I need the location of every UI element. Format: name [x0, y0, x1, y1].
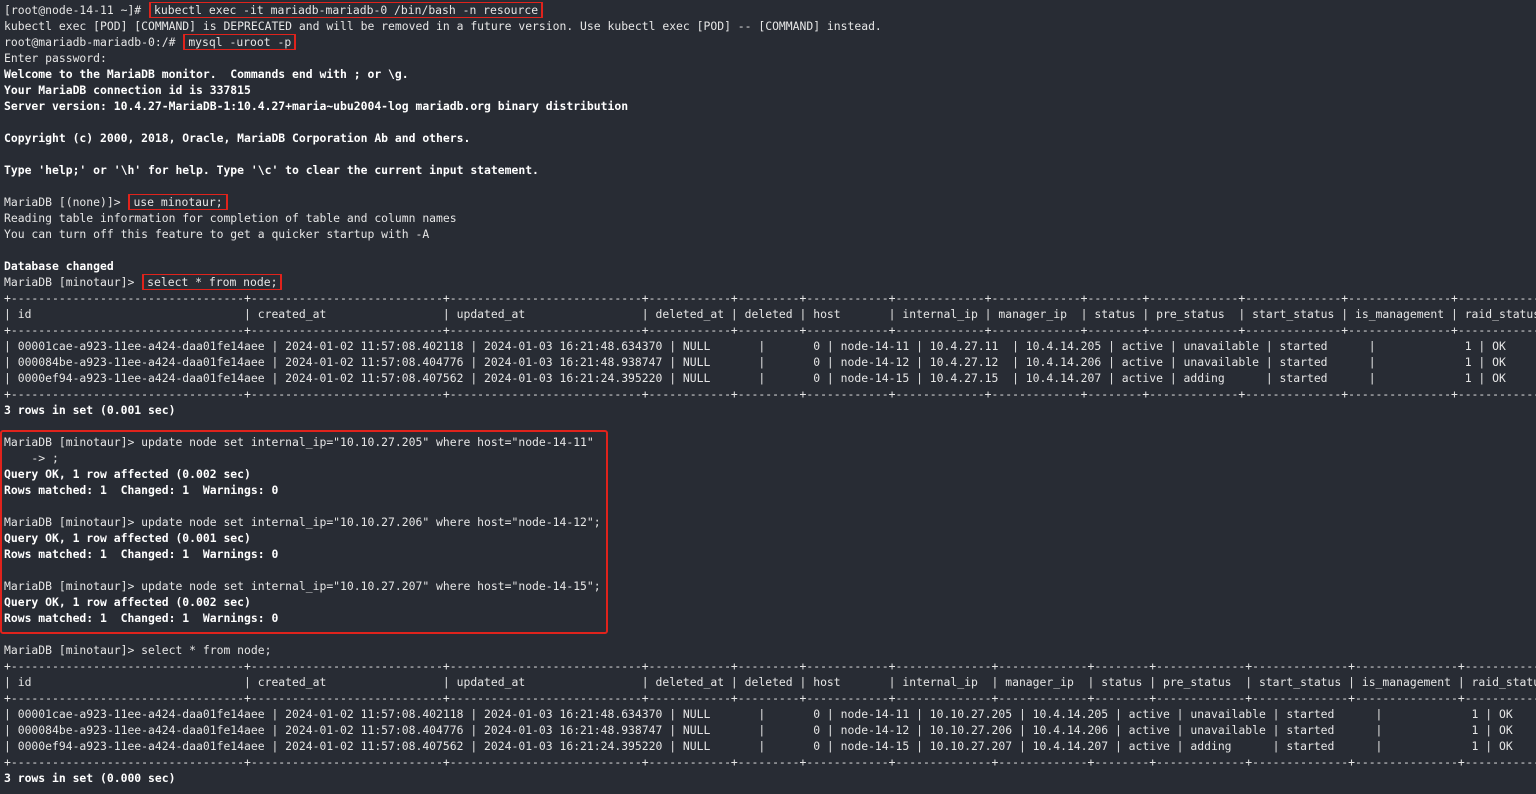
line-text: MariaDB [minotaur]> select * from node;	[4, 643, 272, 657]
highlighted-command: kubectl exec -it mariadb-mariadb-0 /bin/…	[149, 2, 544, 18]
line-text: Query OK, 1 row affected (0.002 sec)	[4, 595, 251, 609]
terminal-line: | 0000ef94-a923-11ee-a424-daa01fe14aee |…	[4, 738, 1536, 754]
terminal-output: [root@node-14-11 ~]# kubectl exec -it ma…	[4, 2, 1536, 786]
line-text: | 000084be-a923-11ee-a424-daa01fe14aee |…	[4, 723, 1536, 737]
line-text: kubectl exec [POD] [COMMAND] is DEPRECAT…	[4, 19, 882, 33]
terminal-line: MariaDB [(none)]> use minotaur;	[4, 194, 1536, 210]
line-text: +----------------------------------+----…	[4, 387, 1536, 401]
terminal-line: 3 rows in set (0.001 sec)	[4, 402, 1536, 418]
line-text: +----------------------------------+----…	[4, 659, 1536, 673]
terminal-line: [root@node-14-11 ~]# kubectl exec -it ma…	[4, 2, 1536, 18]
terminal-line: MariaDB [minotaur]> update node set inte…	[4, 514, 1536, 530]
terminal-line: Type 'help;' or '\h' for help. Type '\c'…	[4, 162, 1536, 178]
terminal-line: Query OK, 1 row affected (0.002 sec)	[4, 466, 1536, 482]
terminal-line: +----------------------------------+----…	[4, 690, 1536, 706]
terminal-window[interactable]: [root@node-14-11 ~]# kubectl exec -it ma…	[0, 0, 1536, 794]
terminal-line: MariaDB [minotaur]> update node set inte…	[4, 578, 1536, 594]
terminal-line: root@mariadb-mariadb-0:/# mysql -uroot -…	[4, 34, 1536, 50]
terminal-line: +----------------------------------+----…	[4, 754, 1536, 770]
line-text: Reading table information for completion…	[4, 211, 457, 225]
line-text: MariaDB [(none)]>	[4, 195, 128, 209]
line-text: +----------------------------------+----…	[4, 691, 1536, 705]
line-text: MariaDB [minotaur]> update node set inte…	[4, 435, 594, 449]
line-text: | id | created_at | updated_at | deleted…	[4, 307, 1536, 321]
line-text: +----------------------------------+----…	[4, 323, 1536, 337]
line-text: MariaDB [minotaur]>	[4, 275, 142, 289]
terminal-line: Rows matched: 1 Changed: 1 Warnings: 0	[4, 610, 1536, 626]
terminal-line: Reading table information for completion…	[4, 210, 1536, 226]
line-text: MariaDB [minotaur]> update node set inte…	[4, 579, 601, 593]
line-text: | 000084be-a923-11ee-a424-daa01fe14aee |…	[4, 355, 1536, 369]
line-text: | 0000ef94-a923-11ee-a424-daa01fe14aee |…	[4, 739, 1536, 753]
line-text: | 00001cae-a923-11ee-a424-daa01fe14aee |…	[4, 339, 1536, 353]
terminal-line: You can turn off this feature to get a q…	[4, 226, 1536, 242]
line-text: Rows matched: 1 Changed: 1 Warnings: 0	[4, 483, 279, 497]
terminal-line: MariaDB [minotaur]> update node set inte…	[4, 434, 1536, 450]
line-text: 3 rows in set (0.001 sec)	[4, 403, 176, 417]
line-text: Welcome to the MariaDB monitor. Commands…	[4, 67, 409, 81]
terminal-line: Welcome to the MariaDB monitor. Commands…	[4, 66, 1536, 82]
terminal-line: +----------------------------------+----…	[4, 322, 1536, 338]
terminal-line: Your MariaDB connection id is 337815	[4, 82, 1536, 98]
line-text: +----------------------------------+----…	[4, 291, 1536, 305]
line-text: Your MariaDB connection id is 337815	[4, 83, 251, 97]
line-text: Server version: 10.4.27-MariaDB-1:10.4.2…	[4, 99, 629, 113]
terminal-line: Server version: 10.4.27-MariaDB-1:10.4.2…	[4, 98, 1536, 114]
terminal-line: +----------------------------------+----…	[4, 386, 1536, 402]
line-text: | 0000ef94-a923-11ee-a424-daa01fe14aee |…	[4, 371, 1536, 385]
line-text: Copyright (c) 2000, 2018, Oracle, MariaD…	[4, 131, 471, 145]
terminal-line: Rows matched: 1 Changed: 1 Warnings: 0	[4, 482, 1536, 498]
terminal-line: kubectl exec [POD] [COMMAND] is DEPRECAT…	[4, 18, 1536, 34]
terminal-line: Query OK, 1 row affected (0.002 sec)	[4, 594, 1536, 610]
terminal-line: | 000084be-a923-11ee-a424-daa01fe14aee |…	[4, 354, 1536, 370]
terminal-line: | 0000ef94-a923-11ee-a424-daa01fe14aee |…	[4, 370, 1536, 386]
line-text: Query OK, 1 row affected (0.002 sec)	[4, 467, 251, 481]
line-text: Enter password:	[4, 51, 107, 65]
highlighted-command: select * from node;	[142, 274, 283, 290]
terminal-line: MariaDB [minotaur]> select * from node;	[4, 642, 1536, 658]
line-text: MariaDB [minotaur]> update node set inte…	[4, 515, 601, 529]
terminal-line: Copyright (c) 2000, 2018, Oracle, MariaD…	[4, 130, 1536, 146]
terminal-line: | id | created_at | updated_at | deleted…	[4, 674, 1536, 690]
highlighted-command: mysql -uroot -p	[183, 34, 297, 50]
terminal-line: Database changed	[4, 258, 1536, 274]
line-text: Query OK, 1 row affected (0.001 sec)	[4, 531, 251, 545]
line-text: Rows matched: 1 Changed: 1 Warnings: 0	[4, 547, 279, 561]
terminal-line: | id | created_at | updated_at | deleted…	[4, 306, 1536, 322]
line-text: -> ;	[4, 451, 59, 465]
highlighted-command: use minotaur;	[128, 194, 228, 210]
terminal-line: | 00001cae-a923-11ee-a424-daa01fe14aee |…	[4, 706, 1536, 722]
terminal-line: MariaDB [minotaur]> select * from node;	[4, 274, 1536, 290]
line-text: Rows matched: 1 Changed: 1 Warnings: 0	[4, 611, 279, 625]
line-text: +----------------------------------+----…	[4, 755, 1536, 769]
terminal-line: -> ;	[4, 450, 1536, 466]
terminal-line: 3 rows in set (0.000 sec)	[4, 770, 1536, 786]
line-text: [root@node-14-11 ~]#	[4, 3, 149, 17]
line-text: You can turn off this feature to get a q…	[4, 227, 430, 241]
terminal-line: | 00001cae-a923-11ee-a424-daa01fe14aee |…	[4, 338, 1536, 354]
line-text: | id | created_at | updated_at | deleted…	[4, 675, 1536, 689]
terminal-line: Enter password:	[4, 50, 1536, 66]
line-text: | 00001cae-a923-11ee-a424-daa01fe14aee |…	[4, 707, 1536, 721]
terminal-line: | 000084be-a923-11ee-a424-daa01fe14aee |…	[4, 722, 1536, 738]
line-text: Type 'help;' or '\h' for help. Type '\c'…	[4, 163, 539, 177]
terminal-line: +----------------------------------+----…	[4, 658, 1536, 674]
terminal-line: +----------------------------------+----…	[4, 290, 1536, 306]
line-text: root@mariadb-mariadb-0:/#	[4, 35, 183, 49]
line-text: 3 rows in set (0.000 sec)	[4, 771, 176, 785]
terminal-line: Query OK, 1 row affected (0.001 sec)	[4, 530, 1536, 546]
line-text: Database changed	[4, 259, 114, 273]
terminal-line: Rows matched: 1 Changed: 1 Warnings: 0	[4, 546, 1536, 562]
